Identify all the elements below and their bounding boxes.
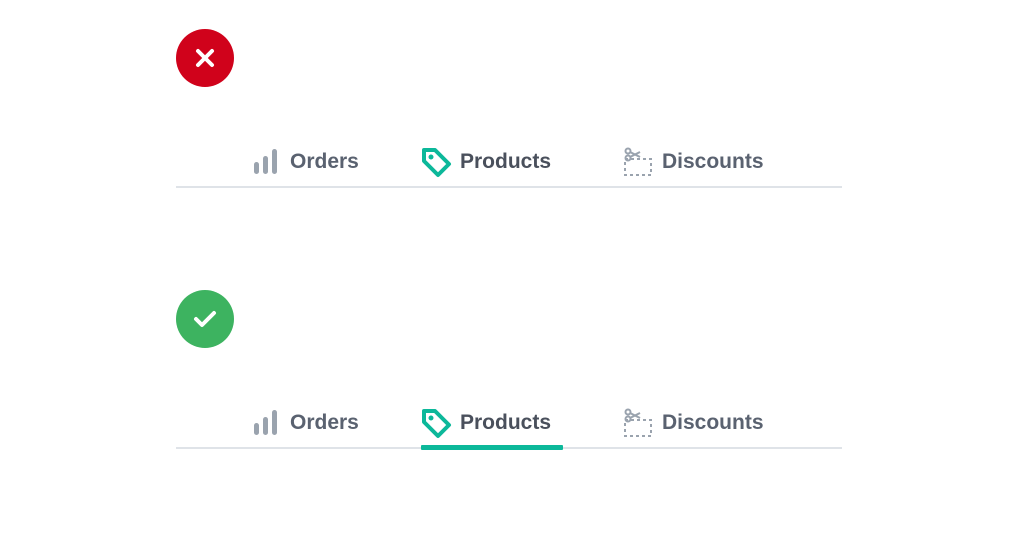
tab-label: Discounts xyxy=(662,150,764,173)
bar-chart-icon xyxy=(250,407,282,439)
tab-products[interactable]: Products xyxy=(420,138,551,186)
tab-orders[interactable]: Orders xyxy=(250,399,359,447)
tab-label: Discounts xyxy=(662,411,764,434)
tag-icon xyxy=(420,146,452,178)
tab-label: Products xyxy=(460,150,552,173)
active-tab-underline xyxy=(421,445,563,450)
tab-label: Orders xyxy=(290,150,359,173)
check-icon xyxy=(194,311,216,327)
tab-label: Orders xyxy=(290,411,359,434)
tab-discounts[interactable]: Discounts xyxy=(622,138,764,186)
comparison-canvas: Orders Products Discounts Orders Product… xyxy=(0,0,1023,543)
scissors-coupon-icon xyxy=(622,146,654,178)
tag-icon xyxy=(420,407,452,439)
tab-products[interactable]: Products xyxy=(420,399,551,447)
tab-bar-correct: Orders Products Discounts xyxy=(176,399,842,450)
close-icon xyxy=(196,49,214,67)
success-status-icon xyxy=(176,290,234,348)
scissors-coupon-icon xyxy=(622,407,654,439)
tab-orders[interactable]: Orders xyxy=(250,138,359,186)
tab-bar-incorrect: Orders Products Discounts xyxy=(176,138,842,188)
tab-discounts[interactable]: Discounts xyxy=(622,399,764,447)
error-status-icon xyxy=(176,29,234,87)
bar-chart-icon xyxy=(250,146,282,178)
tab-label: Products xyxy=(460,411,552,434)
